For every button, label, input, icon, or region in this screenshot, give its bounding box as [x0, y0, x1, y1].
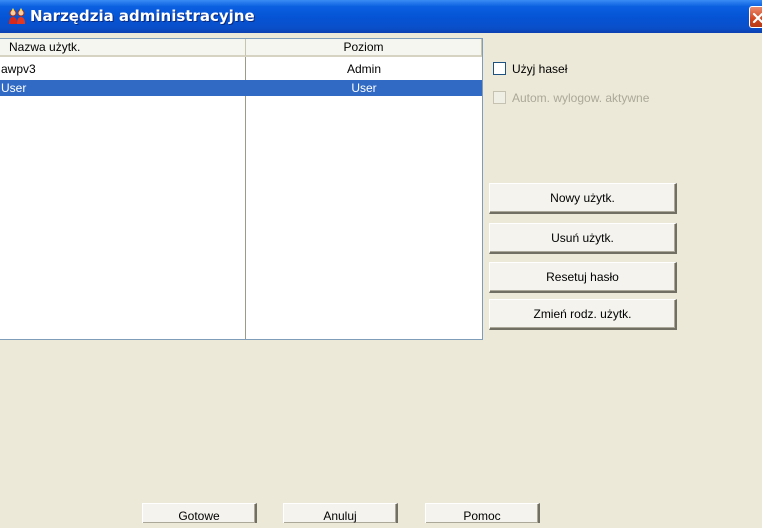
- new-user-button[interactable]: Nowy użytk.: [489, 183, 677, 214]
- cell-user-name: User: [1, 81, 27, 95]
- use-passwords-label: Użyj haseł: [512, 62, 568, 76]
- column-header-level[interactable]: Poziom: [246, 39, 482, 57]
- cell-user-name: awpv3: [1, 62, 36, 76]
- cell-user-level: User: [351, 81, 377, 95]
- delete-user-button[interactable]: Usuń użytk.: [489, 223, 677, 254]
- window-title: Narzędzia administracyjne: [30, 7, 255, 25]
- auto-logout-checkbox: [493, 91, 506, 104]
- column-divider: [245, 57, 246, 339]
- table-row-selected[interactable]: User User: [0, 80, 482, 96]
- reset-password-button[interactable]: Resetuj hasło: [489, 262, 677, 293]
- cancel-button[interactable]: Anuluj: [283, 503, 398, 523]
- table-row[interactable]: awpv3 Admin: [0, 61, 482, 77]
- title-bar[interactable]: Narzędzia administracyjne: [0, 0, 762, 33]
- cell-user-level: Admin: [346, 62, 381, 76]
- help-button[interactable]: Pomoc: [425, 503, 540, 523]
- done-button[interactable]: Gotowe: [142, 503, 257, 523]
- close-button[interactable]: [749, 6, 762, 28]
- change-user-type-button[interactable]: Zmień rodz. użytk.: [489, 299, 677, 330]
- group-users-icon: [8, 7, 26, 26]
- use-passwords-checkbox[interactable]: [493, 62, 506, 75]
- list-header: Nazwa użytk. Poziom: [0, 39, 482, 57]
- users-list[interactable]: Nazwa użytk. Poziom awpv3 Admin User Use…: [0, 38, 483, 340]
- auto-logout-label: Autom. wylogow. aktywne: [512, 91, 650, 105]
- column-header-name[interactable]: Nazwa użytk.: [0, 39, 246, 57]
